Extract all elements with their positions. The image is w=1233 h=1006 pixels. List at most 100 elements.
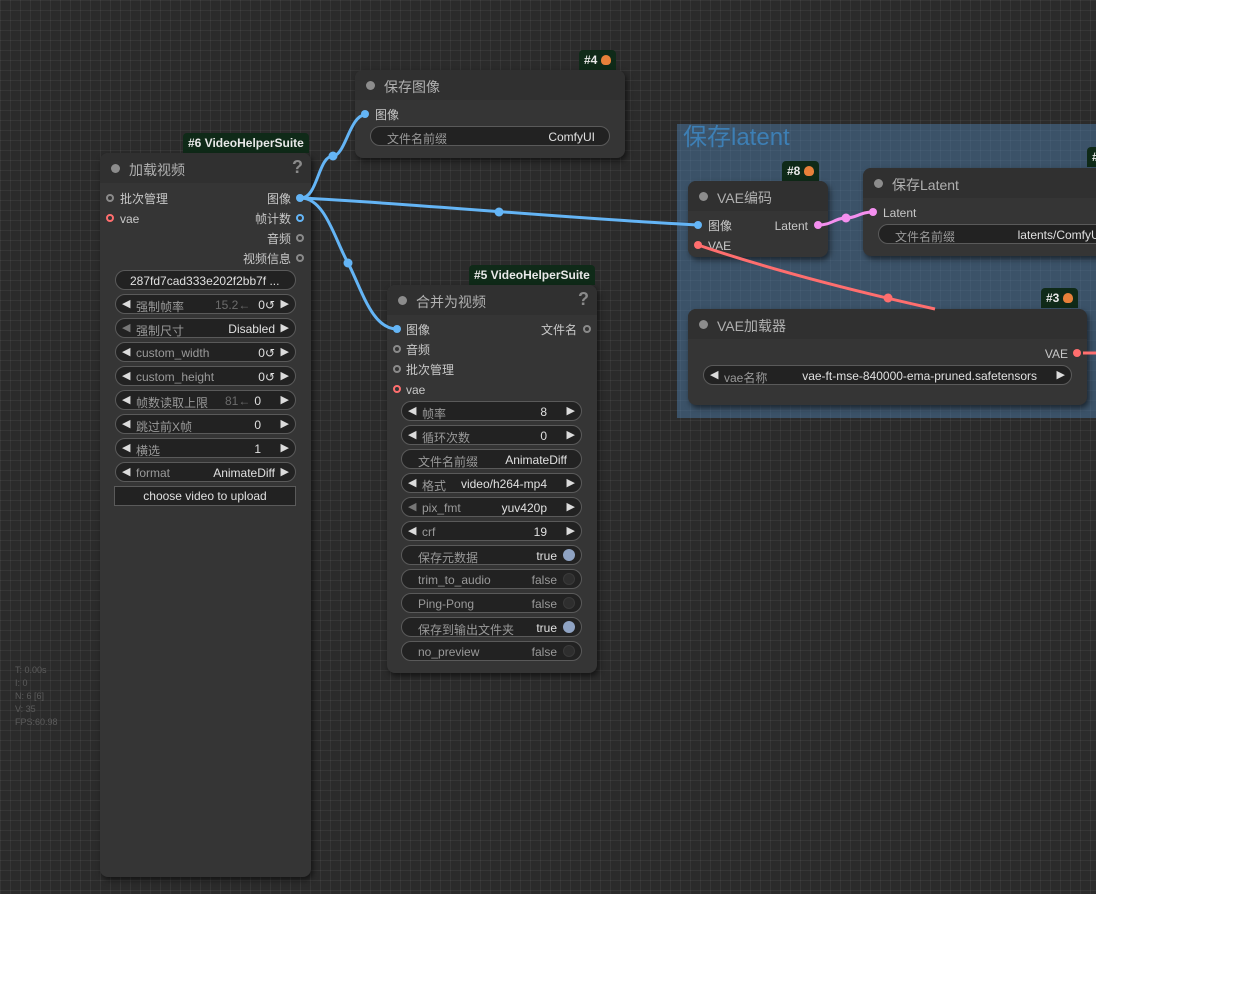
node-save-latent[interactable]: 保存Latent Latent 文件名前缀 latents/ComfyUI <box>863 168 1096 256</box>
input-slot-image-icon[interactable] <box>393 325 401 333</box>
filename-prefix-widget[interactable]: 文件名前缀 ComfyUI <box>370 126 610 146</box>
input-slot-latent-icon[interactable] <box>869 208 877 216</box>
increment-arrow-icon[interactable]: ▶ <box>567 428 575 441</box>
increment-arrow-icon[interactable]: ▶ <box>281 345 289 358</box>
node-load-video[interactable]: 加载视频 ? 批次管理 vae 图像 帧计数 音频 视频信息 287fd7cad… <box>100 153 311 877</box>
upload-video-button[interactable]: choose video to upload <box>114 486 296 506</box>
input-slot-batch-icon[interactable] <box>106 194 114 202</box>
select-every-nth-widget[interactable]: ◀ 横选 1 ▶ <box>115 438 296 458</box>
save-output-toggle[interactable]: 保存到输出文件夹 true <box>401 617 582 637</box>
custom-height-widget[interactable]: ◀ custom_height 0↺ ▶ <box>115 366 296 386</box>
input-slot-batch-icon[interactable] <box>393 365 401 373</box>
decrement-arrow-icon[interactable]: ◀ <box>122 321 130 334</box>
custom-width-widget[interactable]: ◀ custom_width 0↺ ▶ <box>115 342 296 362</box>
widget-value: 8 <box>540 405 547 419</box>
filename-prefix-widget[interactable]: 文件名前缀 latents/ComfyUI <box>878 224 1096 244</box>
increment-arrow-icon[interactable]: ▶ <box>567 476 575 489</box>
format-widget[interactable]: ◀ format AnimateDiff ▶ <box>115 462 296 482</box>
input-slot-vae-icon[interactable] <box>106 214 114 222</box>
increment-arrow-icon[interactable]: ▶ <box>281 321 289 334</box>
node-header[interactable]: 加载视频 ? <box>100 153 311 183</box>
increment-arrow-icon[interactable]: ▶ <box>281 393 289 406</box>
increment-arrow-icon[interactable]: ▶ <box>281 441 289 454</box>
increment-arrow-icon[interactable]: ▶ <box>567 404 575 417</box>
input-slot-image-icon[interactable] <box>694 221 702 229</box>
vae-name-widget[interactable]: ◀ vae名称 vae-ft-mse-840000-ema-pruned.saf… <box>703 365 1072 385</box>
increment-arrow-icon[interactable]: ▶ <box>281 297 289 310</box>
collapse-dot-icon[interactable] <box>111 164 120 173</box>
decrement-arrow-icon[interactable]: ◀ <box>408 428 416 441</box>
output-slot-audio-icon[interactable] <box>296 234 304 242</box>
node-vae-loader[interactable]: VAE加载器 VAE ◀ vae名称 vae-ft-mse-840000-ema… <box>688 309 1087 405</box>
toggle-off-icon[interactable] <box>563 645 575 657</box>
decrement-arrow-icon[interactable]: ◀ <box>122 345 130 358</box>
no-preview-toggle[interactable]: no_preview false <box>401 641 582 661</box>
node-header[interactable]: 保存图像 <box>355 70 625 100</box>
output-slot-frame-count-icon[interactable] <box>296 214 304 222</box>
node-combine-video[interactable]: 合并为视频 ? 图像 音频 批次管理 vae 文件名 ◀ 帧率 8 ▶ ◀ 循环… <box>387 285 597 673</box>
collapse-dot-icon[interactable] <box>699 320 708 329</box>
increment-arrow-icon[interactable]: ▶ <box>567 524 575 537</box>
node-header[interactable]: 保存Latent <box>863 168 1096 198</box>
collapse-dot-icon[interactable] <box>398 296 407 305</box>
node-save-image[interactable]: 保存图像 图像 文件名前缀 ComfyUI <box>355 70 625 158</box>
decrement-arrow-icon[interactable]: ◀ <box>408 476 416 489</box>
toggle-on-icon[interactable] <box>563 549 575 561</box>
output-slot-vae-icon[interactable] <box>1073 349 1081 357</box>
filename-prefix-widget[interactable]: 文件名前缀 AnimateDiff <box>401 449 582 469</box>
increment-arrow-icon[interactable]: ▶ <box>1057 368 1065 381</box>
pix-fmt-widget[interactable]: ◀ pix_fmt yuv420p ▶ <box>401 497 582 517</box>
node-header[interactable]: 合并为视频 ? <box>387 285 597 315</box>
decrement-arrow-icon[interactable]: ◀ <box>122 369 130 382</box>
force-size-widget[interactable]: ◀ 强制尺寸 Disabled ▶ <box>115 318 296 338</box>
node-header[interactable]: VAE编码 <box>688 181 828 211</box>
output-slot-filenames-icon[interactable] <box>583 325 591 333</box>
format-widget[interactable]: ◀ 格式 video/h264-mp4 ▶ <box>401 473 582 493</box>
collapse-dot-icon[interactable] <box>699 192 708 201</box>
node-title: 加载视频 <box>129 162 185 178</box>
decrement-arrow-icon[interactable]: ◀ <box>122 393 130 406</box>
input-slot-image-icon[interactable] <box>361 110 369 118</box>
loop-count-widget[interactable]: ◀ 循环次数 0 ▶ <box>401 425 582 445</box>
frame-rate-widget[interactable]: ◀ 帧率 8 ▶ <box>401 401 582 421</box>
decrement-arrow-icon[interactable]: ◀ <box>408 404 416 417</box>
decrement-arrow-icon[interactable]: ◀ <box>408 500 416 513</box>
node-vae-encode[interactable]: VAE编码 图像 VAE Latent <box>688 181 828 257</box>
ping-pong-toggle[interactable]: Ping-Pong false <box>401 593 582 613</box>
crf-widget[interactable]: ◀ crf 19 ▶ <box>401 521 582 541</box>
help-icon[interactable]: ? <box>578 289 589 310</box>
decrement-arrow-icon[interactable]: ◀ <box>122 465 130 478</box>
node-header[interactable]: VAE加载器 <box>688 309 1087 339</box>
save-metadata-toggle[interactable]: 保存元数据 true <box>401 545 582 565</box>
increment-arrow-icon[interactable]: ▶ <box>281 465 289 478</box>
decrement-arrow-icon[interactable]: ◀ <box>122 441 130 454</box>
toggle-on-icon[interactable] <box>563 621 575 633</box>
force-rate-widget[interactable]: ◀ 强制帧率 15.2← 0↺ ▶ <box>115 294 296 314</box>
trim-to-audio-toggle[interactable]: trim_to_audio false <box>401 569 582 589</box>
decrement-arrow-icon[interactable]: ◀ <box>710 368 718 381</box>
group-title[interactable]: 保存latent <box>683 124 790 152</box>
toggle-off-icon[interactable] <box>563 573 575 585</box>
node-graph-canvas[interactable]: 保存latent T: 0.00s I: 0 N: 6 [6] V: 35 FP… <box>0 0 1096 894</box>
frame-load-cap-widget[interactable]: ◀ 帧数读取上限 81← 0 ▶ <box>115 390 296 410</box>
input-slot-vae-icon[interactable] <box>694 241 702 249</box>
increment-arrow-icon[interactable]: ▶ <box>567 500 575 513</box>
input-slot-audio-icon[interactable] <box>393 345 401 353</box>
collapse-dot-icon[interactable] <box>366 81 375 90</box>
toggle-off-icon[interactable] <box>563 597 575 609</box>
output-slot-latent-icon[interactable] <box>814 221 822 229</box>
decrement-arrow-icon[interactable]: ◀ <box>122 297 130 310</box>
increment-arrow-icon[interactable]: ▶ <box>281 369 289 382</box>
input-slot-vae-icon[interactable] <box>393 385 401 393</box>
output-slot-video-info-icon[interactable] <box>296 254 304 262</box>
collapse-dot-icon[interactable] <box>874 179 883 188</box>
decrement-arrow-icon[interactable]: ◀ <box>122 417 130 430</box>
skip-first-frames-widget[interactable]: ◀ 跳过前X帧 0 ▶ <box>115 414 296 434</box>
output-slot-image-icon[interactable] <box>296 194 304 202</box>
badge-text: #4 <box>584 53 598 67</box>
widget-label: 保存元数据 <box>418 551 479 565</box>
increment-arrow-icon[interactable]: ▶ <box>281 417 289 430</box>
help-icon[interactable]: ? <box>292 157 303 178</box>
decrement-arrow-icon[interactable]: ◀ <box>408 524 416 537</box>
video-file-select[interactable]: 287fd7cad333e202f2bb7f ... <box>115 270 296 290</box>
